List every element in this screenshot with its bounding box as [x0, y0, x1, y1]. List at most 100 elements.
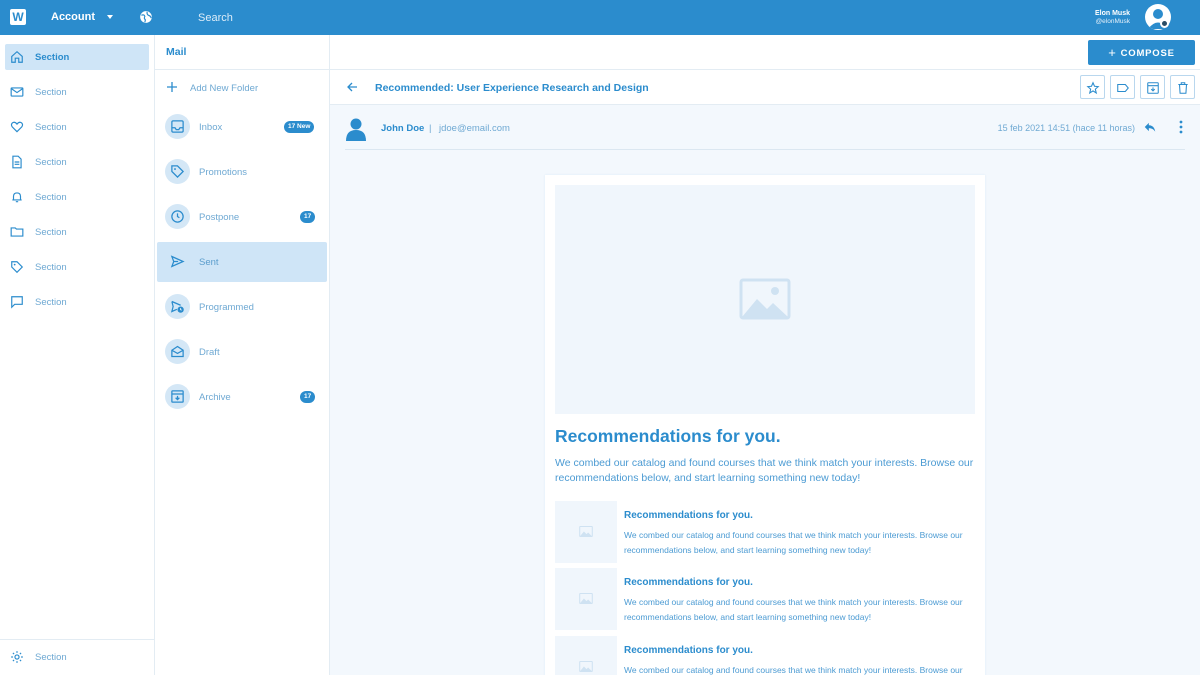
- account-menu-label[interactable]: Account: [51, 11, 95, 23]
- folder-promotions[interactable]: Promotions: [157, 152, 327, 192]
- folder-sent[interactable]: Sent: [157, 242, 327, 282]
- sender-separator: |: [429, 123, 432, 134]
- search-input[interactable]: [195, 9, 455, 26]
- more-vertical-icon[interactable]: [1177, 120, 1185, 134]
- recommendation-item[interactable]: Recommendations for you. We combed our c…: [555, 501, 975, 563]
- email-heading: Recommendations for you.: [555, 426, 781, 446]
- recommendation-title: Recommendations for you.: [624, 577, 753, 588]
- folder-panel: Mail Add New Folder Inbox 17 New Promoti…: [155, 35, 330, 675]
- folder-label: Draft: [199, 347, 220, 358]
- folder-programmed[interactable]: Programmed: [157, 287, 327, 327]
- email-subject: Recommended: User Experience Research an…: [375, 82, 649, 94]
- folder-label: Sent: [199, 257, 219, 268]
- status-dot: [1160, 19, 1169, 28]
- sidebar-item-folders[interactable]: Section: [5, 219, 149, 245]
- add-folder-button[interactable]: Add New Folder: [165, 80, 315, 96]
- star-button[interactable]: [1080, 75, 1105, 99]
- folder-icon: [10, 227, 24, 237]
- delete-button[interactable]: [1170, 75, 1195, 99]
- sidebar-item-label: Section: [35, 52, 70, 63]
- sidebar-item-mail[interactable]: Section: [5, 79, 149, 105]
- folder-icon-circle: [165, 159, 190, 184]
- hero-image-placeholder: [555, 185, 975, 414]
- folder-icon-circle: [165, 384, 190, 409]
- folder-inbox[interactable]: Inbox 17 New: [157, 107, 327, 147]
- sidebar-item-label: Section: [35, 122, 67, 133]
- sidebar-item-label: Section: [35, 192, 67, 203]
- archive-icon: [1147, 82, 1159, 94]
- document-icon: [12, 155, 22, 169]
- sidebar-item-chat[interactable]: Section: [5, 289, 149, 315]
- label-icon: [1117, 83, 1129, 93]
- recommendation-title: Recommendations for you.: [624, 645, 753, 656]
- person-icon: [346, 118, 366, 141]
- image-placeholder-icon: [579, 526, 593, 537]
- sidebar-item-home[interactable]: Section: [5, 44, 149, 70]
- sidebar-item-settings[interactable]: Section: [5, 644, 149, 670]
- recommendation-item[interactable]: Recommendations for you. We combed our c…: [555, 568, 975, 630]
- compose-label: COMPOSE: [1120, 48, 1175, 59]
- compose-button[interactable]: + COMPOSE: [1088, 40, 1195, 65]
- top-bar: W Account Elon Musk @elonMusk: [0, 0, 1200, 35]
- folder-label: Promotions: [199, 167, 248, 178]
- folder-label: Programmed: [199, 302, 254, 313]
- email-content: John Doe | jdoe@email.com 15 feb 2021 14…: [330, 105, 1200, 675]
- sender-email[interactable]: jdoe@email.com: [439, 123, 510, 134]
- folder-icon-circle: [165, 204, 190, 229]
- reply-icon[interactable]: [1143, 120, 1157, 134]
- gear-icon: [11, 651, 23, 663]
- sidebar-divider: [0, 639, 155, 640]
- folder-draft[interactable]: Draft: [157, 332, 327, 372]
- image-placeholder-icon: [579, 593, 593, 604]
- email-date: 15 feb 2021 14:51 (hace 11 horas): [997, 123, 1135, 133]
- folder-postpone[interactable]: Postpone 17: [157, 197, 327, 237]
- email-intro: We combed our catalog and found courses …: [555, 457, 974, 484]
- heart-icon: [10, 121, 24, 133]
- chat-icon: [11, 296, 23, 309]
- folder-icon-circle: [165, 294, 190, 319]
- recommendation-item[interactable]: Recommendations for you. We combed our c…: [555, 636, 975, 675]
- sidebar-item-label: Section: [35, 297, 67, 308]
- sidebar-item-label: Section: [35, 157, 67, 168]
- folder-archive[interactable]: Archive 17: [157, 377, 327, 417]
- folder-label: Archive: [199, 392, 231, 403]
- plus-icon: +: [1108, 45, 1117, 60]
- recommendation-text: We combed our catalog and found courses …: [624, 665, 963, 675]
- sender-name: John Doe: [381, 123, 425, 134]
- scheduled-send-icon: [170, 300, 184, 313]
- send-icon: [170, 255, 185, 268]
- add-folder-label: Add New Folder: [190, 83, 259, 94]
- count-badge: 17: [300, 391, 316, 403]
- arrow-left-icon[interactable]: [346, 81, 358, 93]
- thumbnail-placeholder: [555, 568, 617, 630]
- sidebar-item-favorites[interactable]: Section: [5, 114, 149, 140]
- sidebar-item-label: Section: [35, 227, 67, 238]
- app-logo[interactable]: W: [10, 9, 26, 25]
- thumbnail-placeholder: [555, 636, 617, 675]
- unread-badge: 17 New: [284, 121, 315, 133]
- email-body: Recommendations for you. We combed our c…: [545, 175, 985, 675]
- label-button[interactable]: [1110, 75, 1135, 99]
- sidebar: Section Section Section Section Section …: [0, 35, 155, 675]
- sidebar-item-tags[interactable]: Section: [5, 254, 149, 280]
- inbox-icon: [171, 120, 184, 133]
- archive-icon: [171, 390, 184, 403]
- sidebar-item-documents[interactable]: Section: [5, 149, 149, 175]
- plus-icon: [167, 82, 177, 92]
- recommendation-title: Recommendations for you.: [624, 510, 753, 521]
- sidebar-item-notifications[interactable]: Section: [5, 184, 149, 210]
- image-placeholder-icon: [739, 278, 791, 320]
- archive-button[interactable]: [1140, 75, 1165, 99]
- count-badge: 17: [300, 211, 316, 223]
- recommendation-text: We combed our catalog and found courses …: [624, 597, 963, 622]
- bell-icon: [12, 192, 22, 203]
- sender-row: John Doe | jdoe@email.com 15 feb 2021 14…: [345, 105, 1185, 150]
- folder-label: Inbox: [199, 122, 223, 133]
- chevron-down-icon[interactable]: [106, 13, 114, 21]
- sidebar-item-label: Section: [35, 652, 67, 663]
- home-icon: [11, 50, 23, 63]
- star-icon: [1086, 81, 1100, 95]
- globe-icon[interactable]: [139, 10, 153, 24]
- page-title: Mail: [166, 46, 187, 58]
- mail-view: + COMPOSE Recommended: User Experience Re…: [330, 35, 1200, 675]
